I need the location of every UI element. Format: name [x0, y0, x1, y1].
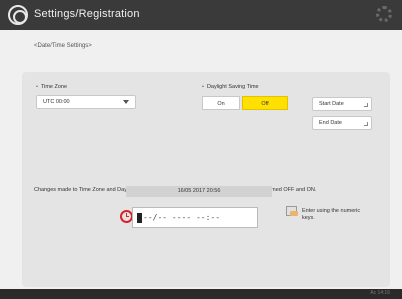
datetime-input[interactable]: --/-- ---- --:--: [132, 207, 258, 228]
breadcrumb: <Date/Time Settings>: [34, 43, 92, 49]
text-cursor: [137, 212, 142, 223]
required-dot-icon: •: [36, 84, 38, 90]
corner-arrow-icon: [364, 122, 368, 126]
footer-status-text: Ac 14:16: [370, 290, 390, 296]
start-date-button[interactable]: Start Date: [312, 97, 372, 111]
settings-logo-icon: [8, 5, 28, 25]
main-content: <Date/Time Settings> • Time Zone UTC 00:0…: [0, 30, 402, 299]
numeric-keys-hint: Enter using the numeric keys.: [302, 208, 361, 221]
settings-panel: • Time Zone UTC 00:00 • Daylight Saving Ti…: [22, 72, 390, 287]
daylight-saving-on-button[interactable]: On: [202, 96, 240, 110]
gear-icon[interactable]: [376, 6, 392, 22]
chevron-down-icon: [123, 100, 129, 104]
daylight-saving-off-button[interactable]: Off: [242, 96, 288, 110]
corner-arrow-icon: [364, 103, 368, 107]
datetime-input-placeholder: --/-- ---- --:--: [143, 213, 221, 222]
time-zone-select[interactable]: UTC 00:00: [36, 95, 136, 109]
numeric-keys-icon: [286, 206, 298, 216]
window-title: Settings/Registration: [34, 8, 140, 20]
required-dot-icon: •: [202, 84, 204, 90]
end-date-label: End Date: [319, 120, 342, 126]
header-bar: Settings/Registration: [0, 0, 402, 30]
start-date-label: Start Date: [319, 101, 344, 107]
daylight-saving-label: • Daylight Saving Time: [202, 84, 259, 90]
current-datetime-display: 16/05 2017 20:56: [126, 186, 272, 197]
time-zone-label: • Time Zone: [36, 84, 68, 90]
time-zone-value: UTC 00:00: [43, 99, 70, 105]
end-date-button[interactable]: End Date: [312, 116, 372, 130]
footer-bar: Ac 14:16: [0, 289, 402, 299]
